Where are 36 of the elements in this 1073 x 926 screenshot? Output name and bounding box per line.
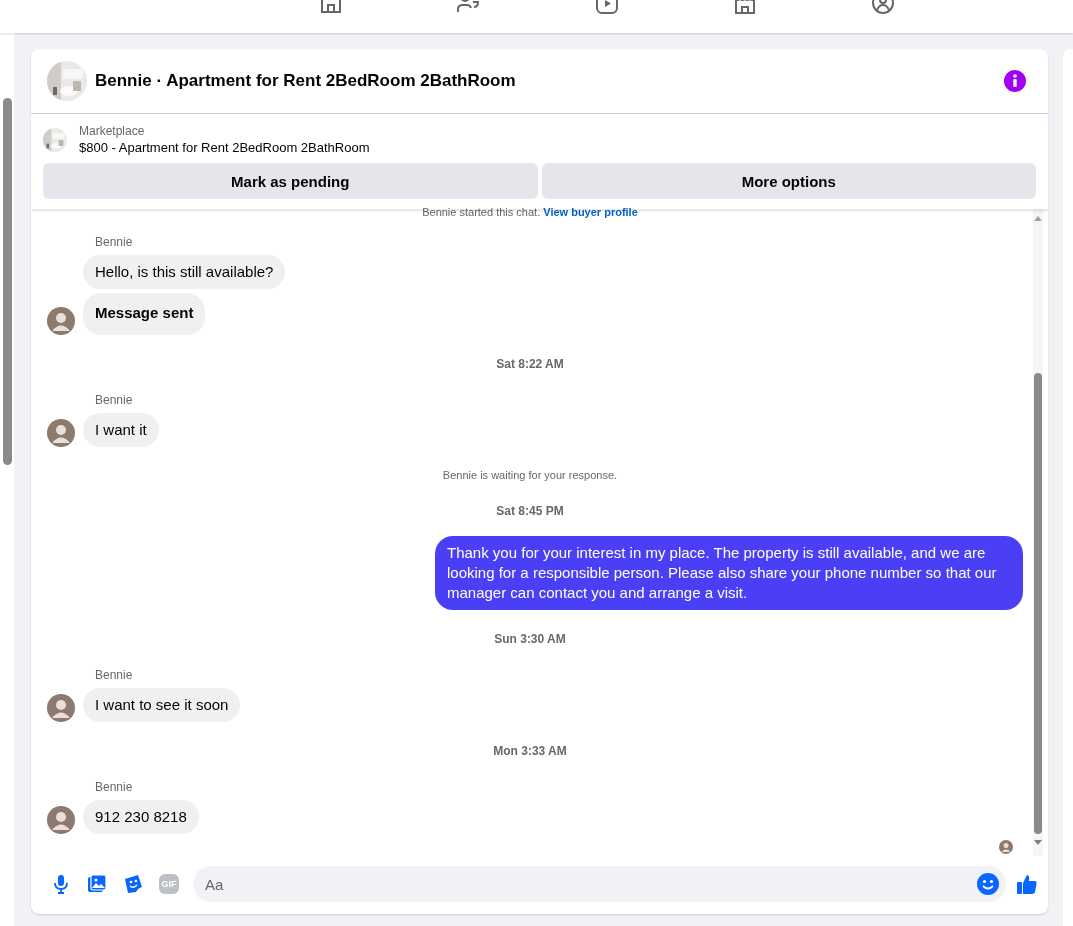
timestamp: Mon 3:33 AM — [493, 743, 567, 759]
listing-title[interactable]: $800 - Apartment for Rent 2BedRoom 2BathRoom — [79, 139, 370, 157]
mark-pending-button[interactable]: Mark as pending — [43, 163, 538, 199]
timestamp: Sat 8:22 AM — [496, 356, 564, 372]
timestamp: Sat 8:45 PM — [496, 503, 564, 519]
scroll-down-icon[interactable] — [1034, 840, 1042, 846]
system-message: Bennie started this chat. View buyer profile — [422, 205, 638, 219]
message-bubble: Message sent — [83, 293, 206, 335]
chat-title: Bennie · Apartment for Rent 2BedRoom 2BathRoom — [95, 71, 517, 91]
message-bubble: Hello, is this still available? — [83, 255, 286, 289]
scrollbar-thumb[interactable] — [1034, 373, 1042, 834]
avatar — [47, 419, 75, 447]
message-bubble: I want it — [83, 413, 159, 447]
avatar — [47, 307, 75, 335]
avatar — [47, 694, 75, 722]
message-bubble: I want to see it soon — [83, 688, 241, 722]
sender-name: Bennie — [95, 668, 134, 682]
message-bubble: Thank you for your interest in my place. The property is still available, and we are looking for a responsible person. Please also share your phone number so that our manager can contact you and arrange a visit. — [435, 536, 1023, 610]
thumbs-up-icon[interactable] — [1016, 873, 1038, 895]
microphone-icon[interactable] — [51, 874, 71, 894]
status-notice: Bennie is waiting for your response. — [442, 468, 618, 482]
listing-source: Marketplace — [79, 123, 146, 139]
buyer-profile-link[interactable]: View buyer profile — [543, 206, 638, 218]
sender-name: Bennie — [95, 235, 134, 249]
info-icon[interactable] — [1004, 70, 1026, 92]
timestamp: Sun 3:30 AM — [494, 631, 566, 647]
more-options-button[interactable]: More options — [541, 163, 1036, 199]
message-bubble: 912 230 8218 — [83, 800, 199, 834]
message-input[interactable]: Aa — [193, 866, 1006, 902]
sender-name: Bennie — [95, 393, 134, 407]
sender-name: Bennie — [95, 780, 134, 794]
image-icon[interactable] — [87, 874, 107, 894]
emoji-icon[interactable] — [977, 873, 999, 895]
avatar — [47, 806, 75, 834]
scrollbar-thumb[interactable] — [3, 98, 12, 465]
sticker-icon[interactable] — [123, 874, 143, 894]
